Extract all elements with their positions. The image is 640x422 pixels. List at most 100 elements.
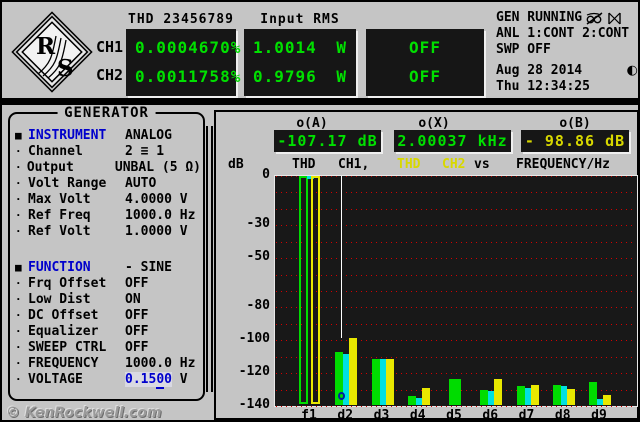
x-tick-d4: d4 [409, 408, 426, 422]
generator-row-max-volt[interactable]: · Max Volt 4.0000 V [15, 192, 201, 208]
bargraph-plot-area [274, 175, 638, 407]
bar-d7-ch1-green [516, 386, 525, 405]
generator-row-sweep-ctrl[interactable]: · SWEEP CTRL OFF [15, 340, 201, 356]
x-cursor-line [341, 176, 343, 339]
row-value: 1.0000 V [125, 224, 188, 239]
gridline--80db [276, 307, 636, 308]
row-value: 2 ≡ 1 [125, 144, 165, 159]
aux-ch1-value: OFF [409, 38, 441, 57]
generator-row-output[interactable]: · Output UNBAL (5 Ω) [15, 160, 201, 176]
trace1-label: THD [292, 157, 316, 172]
header-separator [2, 98, 638, 105]
row-label: DC Offset [28, 308, 99, 323]
logo-letter-r: R [36, 33, 56, 60]
bar-d5-ch1-green [449, 378, 461, 405]
cursor-b-readout: - 98.86 dB [521, 130, 629, 152]
speaker-muted-icon [586, 11, 603, 25]
generator-row-equalizer[interactable]: · Equalizer OFF [15, 324, 201, 340]
bar-d4-ch1-green [407, 396, 416, 405]
bar-d6-ch1-green [480, 389, 489, 405]
trace2-label: THD [397, 157, 421, 172]
bar-f1-ch1-green [299, 176, 308, 404]
gridline--30db [276, 225, 636, 226]
thd-display: 0.0004670 % 0.0011758 % [126, 29, 240, 96]
item-bullet-icon: · [15, 177, 22, 190]
gridline--10db [276, 192, 636, 193]
thd-ch2-value: 0.0011758 [135, 67, 231, 86]
row-value: 1000.0 Hz [125, 356, 196, 371]
gridline--20db [276, 209, 636, 210]
row-label: FREQUENCY [28, 356, 99, 371]
panel-scrollbar[interactable] [206, 126, 213, 392]
row-value: AUTO [125, 176, 157, 191]
row-label: INSTRUMENT [28, 128, 107, 143]
date-line: Aug 28 2014 ◐ [496, 63, 638, 79]
bar-d7-ch2-yellow [530, 384, 539, 405]
ch2-label: CH2 [96, 66, 124, 84]
generator-row-voltage[interactable]: · VOLTAGE 0.1500 V [15, 372, 201, 389]
row-label: Volt Range [28, 176, 107, 191]
bar-d3-ch2-yellow [385, 359, 394, 405]
x-tick-d5: d5 [446, 408, 462, 422]
item-bullet-icon: · [15, 293, 22, 306]
gridline--140db [276, 406, 636, 407]
gridline--40db [276, 242, 636, 243]
aux-ch2-row: OFF [366, 62, 484, 91]
generator-row-volt-range[interactable]: · Volt Range AUTO [15, 176, 201, 192]
status-block: GEN RUNNING ANL 1:CONT 2:CONT SWP OFF Au… [496, 10, 638, 95]
row-label: Frq Offset [28, 276, 107, 291]
item-bullet-icon: · [15, 225, 22, 238]
generator-row-ref-freq[interactable]: · Ref Freq 1000.0 Hz [15, 208, 201, 224]
generator-row-frequency[interactable]: · FREQUENCY 1000.0 Hz [15, 356, 201, 372]
edit-field-highlight[interactable]: 0.1500 [125, 372, 172, 389]
anl-status-line: ANL 1:CONT 2:CONT [496, 26, 630, 41]
row-value[interactable]: 0.1500 V [125, 372, 188, 389]
row-value: OFF [125, 324, 149, 339]
row-value: 1000.0 Hz [125, 208, 196, 223]
item-bullet-icon: · [15, 161, 22, 174]
row-label: Low Dist [28, 292, 91, 307]
row-label: VOLTAGE [28, 372, 83, 387]
generator-row-low-dist[interactable]: · Low Dist ON [15, 292, 201, 308]
logo-letter-s: S [57, 55, 74, 82]
rms-ch2-value: 0.9796 [253, 67, 317, 86]
y-tick--50: -50 [246, 249, 270, 265]
generator-row-instrument[interactable]: ■ INSTRUMENT ANALOG [15, 128, 201, 144]
x-tick-d9: d9 [591, 408, 607, 422]
generator-row-frq-offset[interactable]: · Frq Offset OFF [15, 276, 201, 292]
cursor-x-label: o(X) [418, 116, 450, 131]
row-value: OFF [125, 276, 149, 291]
generator-row-function[interactable]: ■ FUNCTION - SINE [15, 260, 201, 276]
thd-panel-title: THD 23456789 [128, 12, 234, 27]
generator-panel-title: GENERATOR [57, 105, 156, 121]
row-value: - SINE [125, 260, 172, 275]
cursor-x-readout: 2.00037 kHz [394, 130, 511, 152]
generator-panel: GENERATOR ■ INSTRUMENT ANALOG · Channel 2 ≡ 1… [8, 105, 205, 401]
gridline--70db [276, 291, 636, 292]
generator-row-channel[interactable]: · Channel 2 ≡ 1 [15, 144, 201, 160]
x-tick-d6: d6 [482, 408, 499, 422]
section-bullet-icon: ■ [15, 129, 22, 142]
generator-row-ref-volt[interactable]: · Ref Volt 1.0000 V [15, 224, 201, 240]
gridline--110db [276, 357, 636, 358]
gridline--100db [276, 340, 636, 341]
bar-f1-ch2-yellow [311, 176, 320, 404]
row-value: OFF [125, 340, 149, 355]
bar-d8-ch2-yellow [566, 388, 575, 405]
row-label: Ref Volt [28, 224, 91, 239]
rohde-schwarz-logo: R S [11, 11, 93, 93]
gridline--50db [276, 258, 636, 259]
bar-d9-ch1-green [589, 382, 597, 405]
x-axis-label: FREQUENCY/Hz [516, 157, 610, 172]
swp-status-line: SWP OFF [496, 42, 551, 57]
input-rms-display: 1.0014 W 0.9796 W [244, 29, 356, 96]
row-label: Output [26, 160, 74, 175]
row-value: OFF [125, 308, 149, 323]
thd-ch1-row: 0.0004670 % [126, 33, 240, 62]
rms-ch2-row: 0.9796 W [244, 62, 356, 91]
generator-row-dc-offset[interactable]: · DC Offset OFF [15, 308, 201, 324]
row-label: SWEEP CTRL [28, 340, 107, 355]
row-label: Channel [28, 144, 83, 159]
rms-ch1-unit: W [336, 38, 347, 57]
row-value: ON [125, 292, 141, 307]
